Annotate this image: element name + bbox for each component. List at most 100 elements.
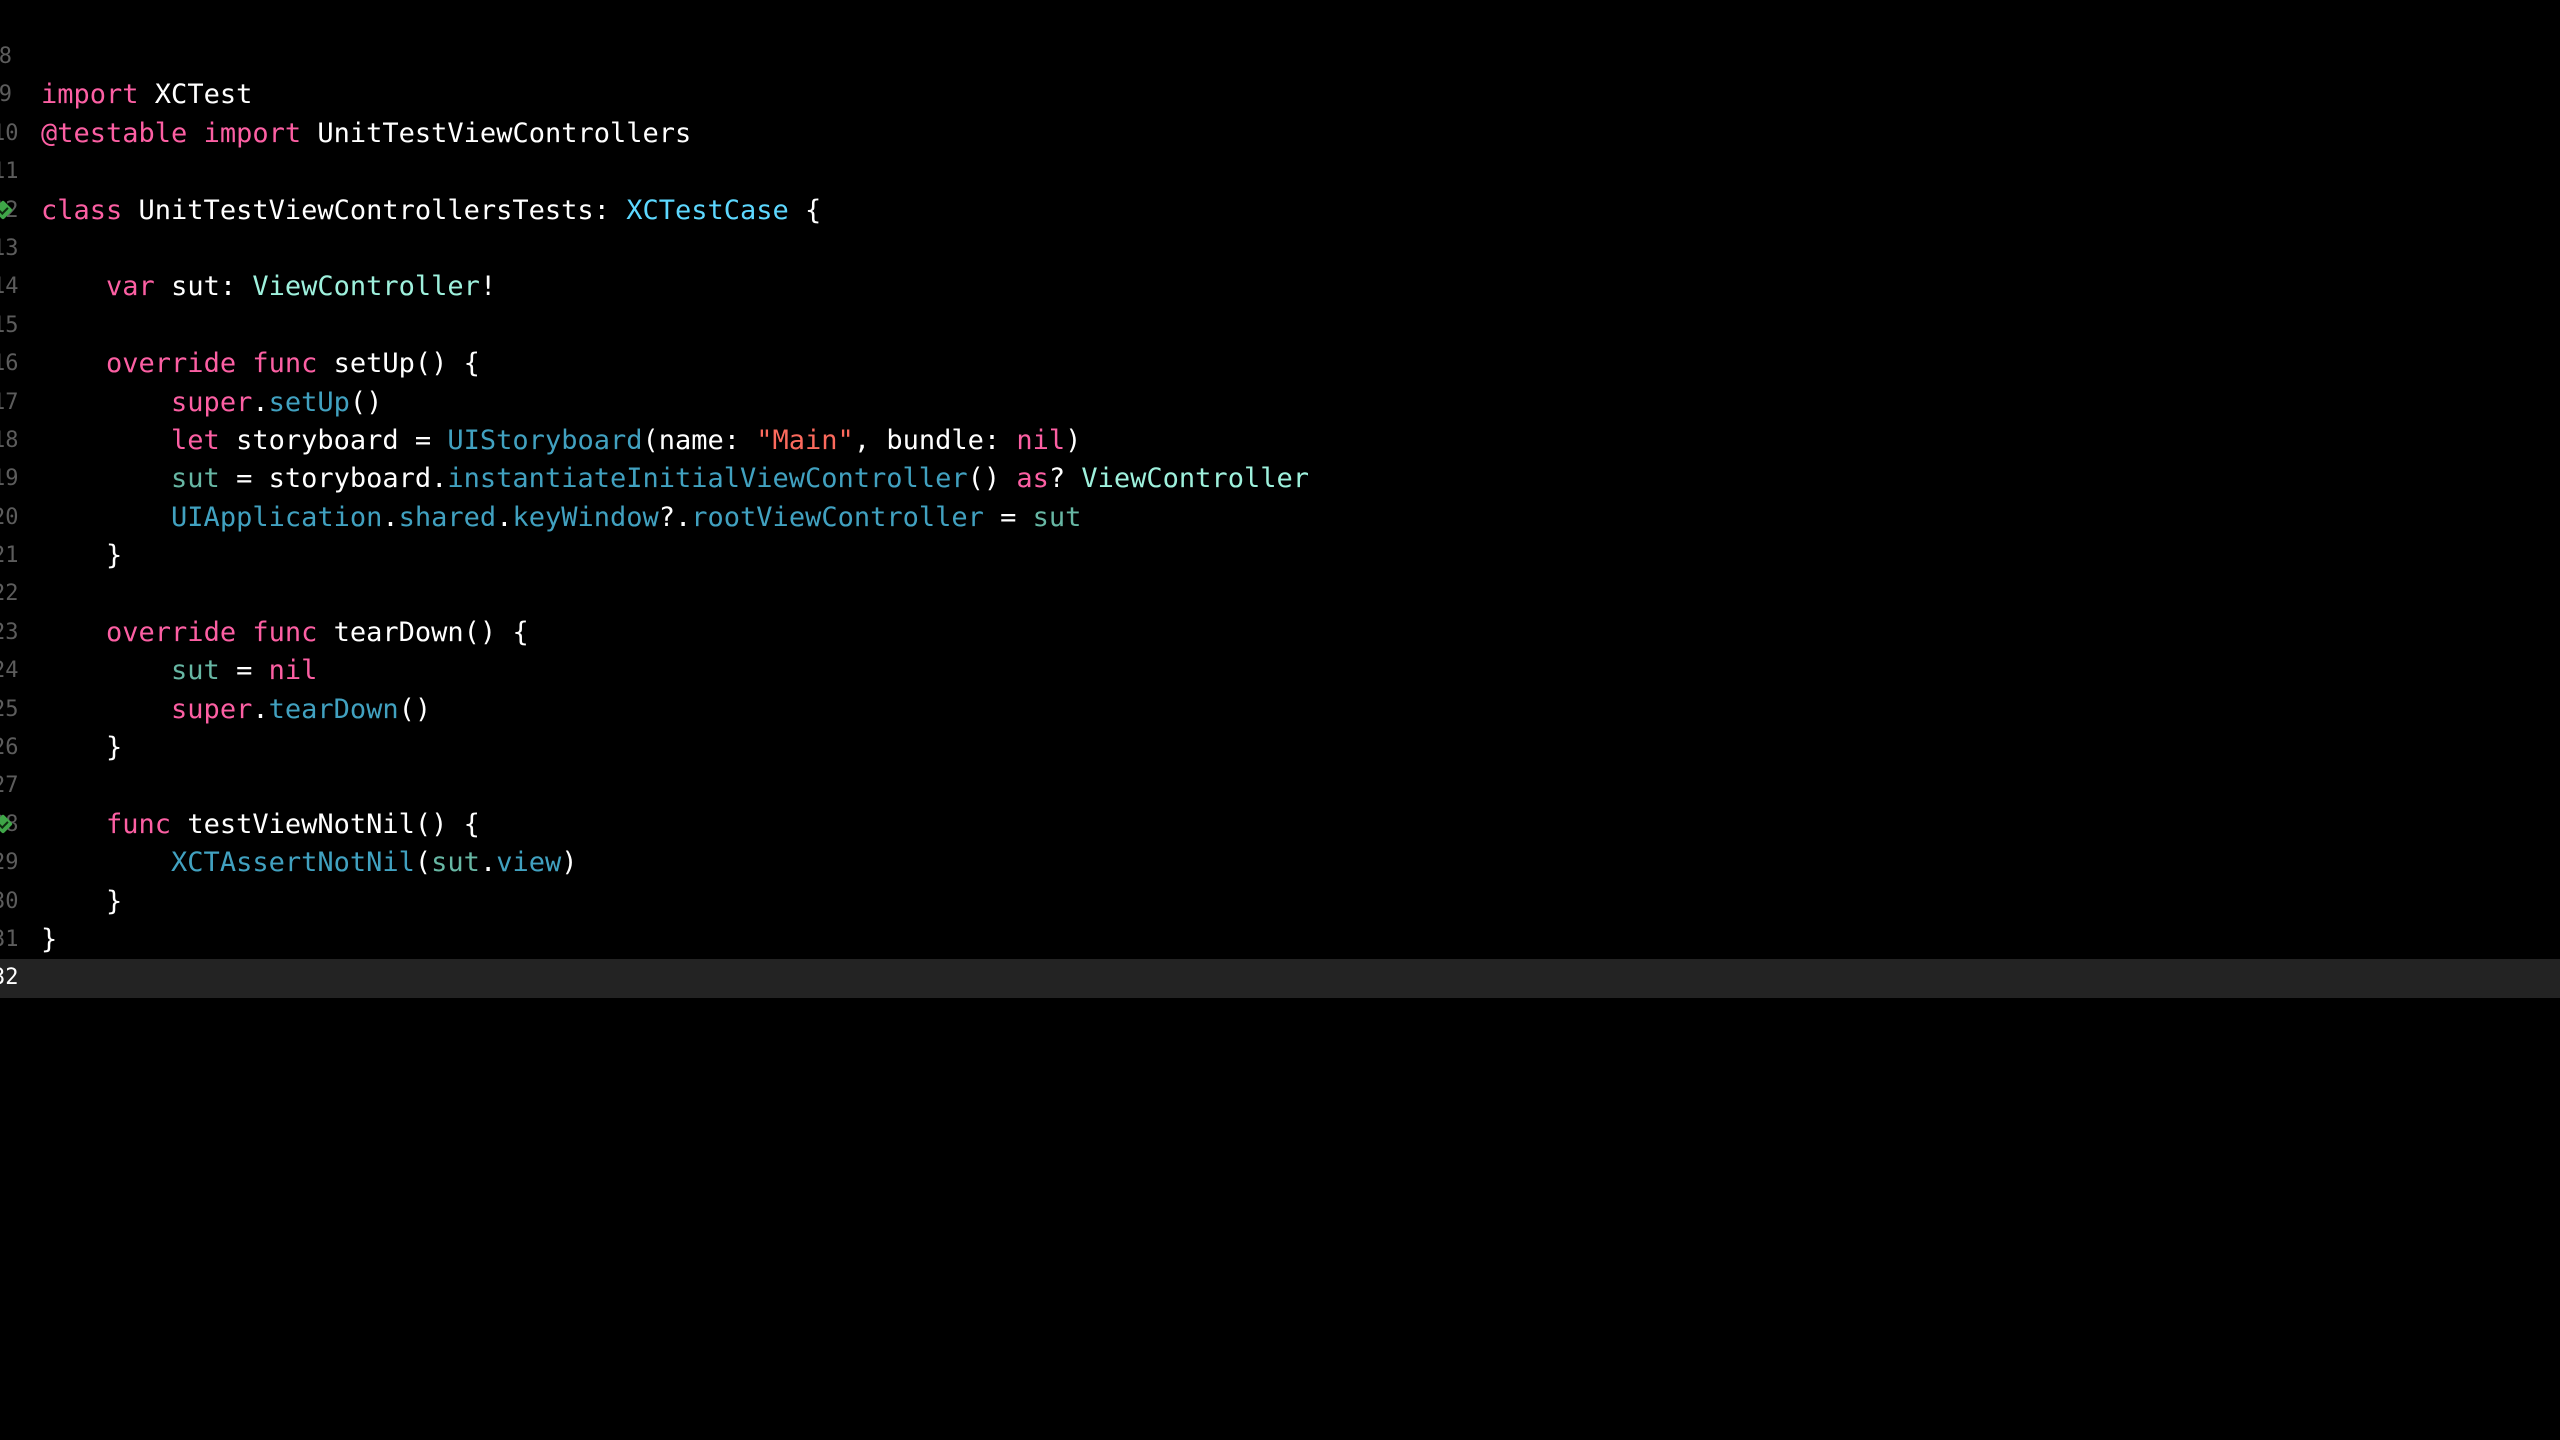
code-line[interactable]: 13 [0, 230, 2560, 268]
code-text: var sut: ViewController! [41, 268, 496, 306]
code-line[interactable]: 18 let storyboard = UIStoryboard(name: "… [0, 422, 2560, 460]
code-line[interactable]: 10 @testable import UnitTestViewControlle… [0, 115, 2560, 153]
code-line[interactable]: 23 override func tearDown() { [0, 614, 2560, 652]
code-token-type-external: XCTestCase [626, 194, 789, 226]
code-token-keyword: func [106, 808, 172, 840]
code-line[interactable]: 17 super.setUp() [0, 384, 2560, 422]
line-number: 10 [0, 120, 19, 146]
code-area[interactable]: 8 9 import XCTest 10 @testable import UnitTe… [0, 38, 2560, 998]
code-token-type-project: ViewController [1081, 463, 1309, 495]
code-token-plain: (name: [642, 424, 757, 456]
code-line[interactable]: 26 } [0, 729, 2560, 767]
line-number: 11 [0, 159, 19, 185]
code-token-keyword: var [106, 271, 155, 303]
line-number: 15 [0, 312, 19, 338]
line-number: 18 [0, 427, 19, 453]
line-number: 17 [0, 389, 19, 415]
line-number: 23 [0, 619, 19, 645]
code-line-current[interactable]: 32 [0, 959, 2560, 998]
code-token-member-external: XCTAssertNotNil [171, 847, 415, 879]
code-token-plain: ) [561, 847, 578, 879]
code-token-plain: ) [1065, 424, 1082, 456]
line-number: 29 [0, 850, 19, 876]
line-number: 20 [0, 504, 19, 530]
line-number: 31 [0, 926, 19, 952]
line-number: 16 [0, 351, 19, 377]
code-token-keyword: @testable [41, 117, 188, 149]
code-token-plain: UnitTestViewControllersTests: [122, 194, 627, 226]
code-token-member-external: UIStoryboard [447, 424, 643, 456]
code-line[interactable]: 8 [0, 38, 2560, 76]
code-token-plain: UnitTestViewControllers [301, 117, 692, 149]
code-text: } [41, 883, 122, 921]
code-line[interactable]: 29 XCTAssertNotNil(sut.view) [0, 844, 2560, 882]
code-token-plain: . [496, 501, 513, 533]
line-number: 24 [0, 658, 19, 684]
code-token-plain: { [788, 194, 822, 226]
code-text: override func tearDown() { [41, 614, 529, 652]
line-number: 22 [0, 581, 19, 607]
code-token-plain: () [398, 693, 432, 725]
code-token-keyword: func [252, 348, 318, 380]
line-number: 19 [0, 466, 19, 492]
code-token-plain: () [967, 463, 1017, 495]
line-number: 13 [0, 235, 19, 261]
code-token-member-external: UIApplication [171, 501, 383, 533]
code-token-plain: XCTest [138, 79, 253, 111]
code-text: sut = nil [41, 652, 317, 690]
code-token-plain: = [983, 501, 1033, 533]
code-token-keyword: import [41, 79, 139, 111]
code-text: class UnitTestViewControllersTests: XCTe… [41, 192, 821, 230]
code-token-identifier-project: sut [171, 463, 220, 495]
code-token-plain: () [349, 386, 383, 418]
code-token-keyword: override [106, 616, 237, 648]
code-token-plain: tearDown() { [317, 616, 529, 648]
code-token-member-external: setUp [268, 386, 350, 418]
code-token-plain: , bundle: [853, 424, 1017, 456]
line-number: 27 [0, 773, 19, 799]
code-token-keyword: class [41, 194, 123, 226]
code-line[interactable]: 28 func testViewNotNil() { [0, 806, 2560, 844]
code-token-member-external: tearDown [268, 693, 399, 725]
code-line[interactable]: 16 override func setUp() { [0, 345, 2560, 383]
code-token-identifier-project: sut [171, 655, 220, 687]
code-line[interactable]: 30 } [0, 883, 2560, 921]
line-number: 26 [0, 735, 19, 761]
code-token-plain: ! [479, 271, 497, 303]
code-text: UIApplication.shared.keyWindow?.rootView… [41, 499, 1081, 537]
code-line[interactable]: 14 var sut: ViewController! [0, 268, 2560, 306]
code-line[interactable]: 31} [0, 921, 2560, 959]
code-token-member-external: keyWindow [512, 501, 659, 533]
code-line[interactable]: 9 import XCTest [0, 76, 2560, 114]
code-editor[interactable]: 8 9 import XCTest 10 @testable import UnitTe… [0, 0, 2560, 1440]
code-line[interactable]: 24 sut = nil [0, 652, 2560, 690]
code-line[interactable]: 27 [0, 767, 2560, 805]
code-line[interactable]: 19 sut = storyboard.instantiateInitialVi… [0, 460, 2560, 498]
code-line[interactable]: 21 } [0, 537, 2560, 575]
code-token-plain: storyboard = [219, 424, 448, 456]
code-token-plain: sut: [154, 271, 253, 303]
line-number: 30 [0, 888, 19, 914]
code-line[interactable]: 11 [0, 153, 2560, 191]
code-line[interactable]: 25 super.tearDown() [0, 691, 2560, 729]
code-token-keyword: let [171, 424, 220, 456]
code-line[interactable]: 22 [0, 575, 2560, 613]
line-number: 14 [0, 274, 19, 300]
code-token-member-external: instantiateInitialViewController [447, 463, 968, 495]
code-line[interactable]: 15 [0, 307, 2560, 345]
line-number: 25 [0, 696, 19, 722]
code-token-member-external: rootViewController [691, 501, 984, 533]
code-line[interactable]: 20 UIApplication.shared.keyWindow?.rootV… [0, 499, 2560, 537]
code-token-plain: . [252, 386, 269, 418]
code-token-member-external: shared [398, 501, 497, 533]
code-text: @testable import UnitTestViewControllers [41, 115, 691, 153]
code-line[interactable]: 12class UnitTestViewControllersTests: XC… [0, 192, 2560, 230]
